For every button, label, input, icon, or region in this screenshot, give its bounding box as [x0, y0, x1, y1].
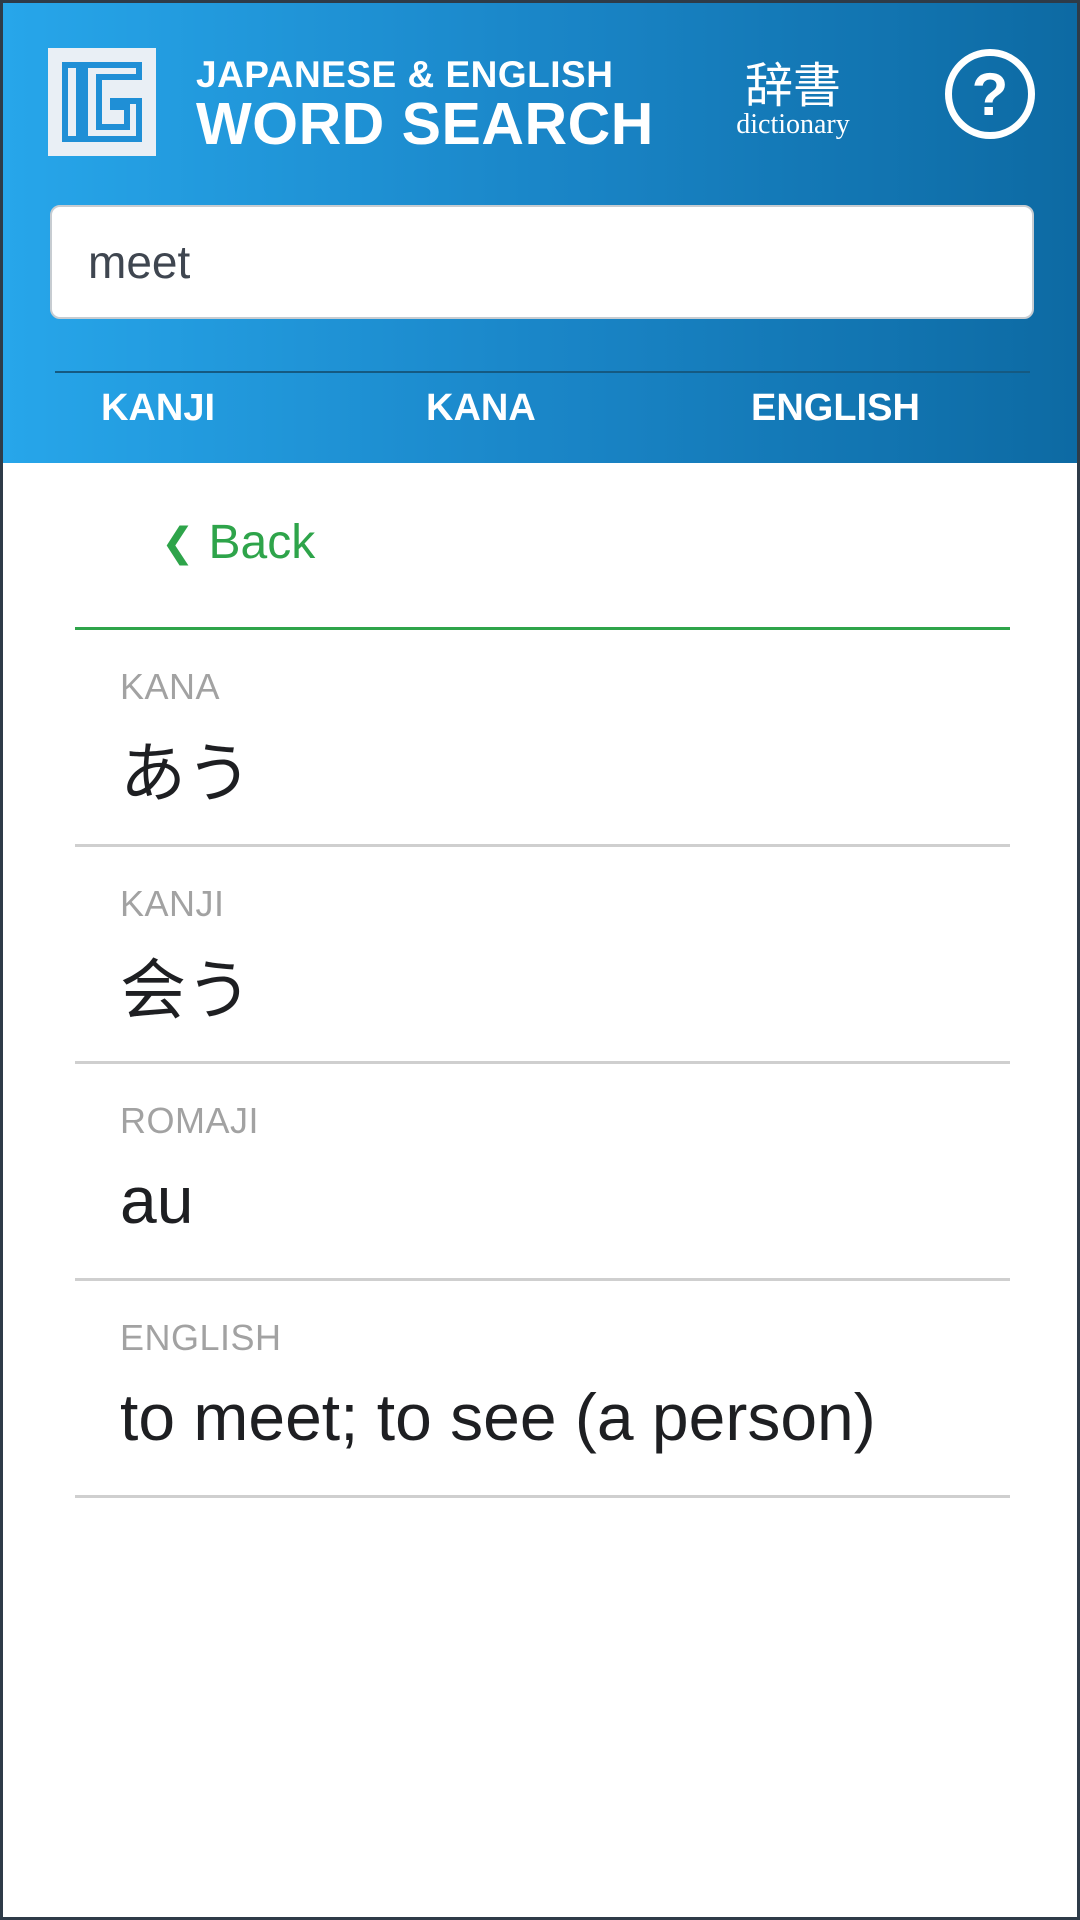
entry-value: au — [120, 1163, 194, 1237]
result-entry-english: ENGLISH to meet; to see (a person) — [75, 1281, 1010, 1498]
app-title-small: JAPANESE & ENGLISH — [196, 54, 614, 95]
back-label: Back — [208, 516, 316, 569]
entry-value: to meet; to see (a person) — [120, 1380, 876, 1454]
result-entry-kana: KANA あう — [75, 630, 1010, 847]
dictionary-jp-text: 辞書 — [744, 58, 841, 114]
tabs-divider — [55, 371, 1030, 373]
result-entry-romaji: ROMAJI au — [75, 1064, 1010, 1281]
entry-label: ROMAJI — [120, 1100, 260, 1141]
app-frame: JAPANESE & ENGLISH WORD SEARCH 辞書 dictio… — [0, 0, 1080, 1920]
app-header: JAPANESE & ENGLISH WORD SEARCH 辞書 dictio… — [3, 3, 1077, 463]
chevron-left-icon: ❮ — [161, 520, 195, 565]
tab-kana[interactable]: KANA — [426, 387, 536, 430]
word-search-logo-icon — [48, 48, 156, 156]
entry-label: KANA — [120, 666, 221, 707]
app-title-big: WORD SEARCH — [196, 91, 654, 157]
tab-english[interactable]: ENGLISH — [751, 387, 920, 430]
entry-value: あう — [120, 735, 252, 812]
dictionary-mode-label[interactable]: 辞書 dictionary — [718, 58, 868, 140]
question-circle-icon: ? — [971, 61, 1009, 128]
search-input[interactable] — [50, 205, 1034, 319]
entry-label: KANJI — [120, 883, 225, 924]
entry-value: 会う — [120, 952, 252, 1029]
tab-kanji[interactable]: KANJI — [101, 387, 215, 430]
app-title: JAPANESE & ENGLISH WORD SEARCH — [196, 54, 654, 157]
back-button[interactable]: ❮ Back — [161, 515, 315, 570]
result-entry-kanji: KANJI 会う — [75, 847, 1010, 1064]
entry-label: ENGLISH — [120, 1317, 282, 1358]
dictionary-en-text: dictionary — [736, 109, 850, 140]
help-button[interactable]: ? — [945, 49, 1035, 139]
